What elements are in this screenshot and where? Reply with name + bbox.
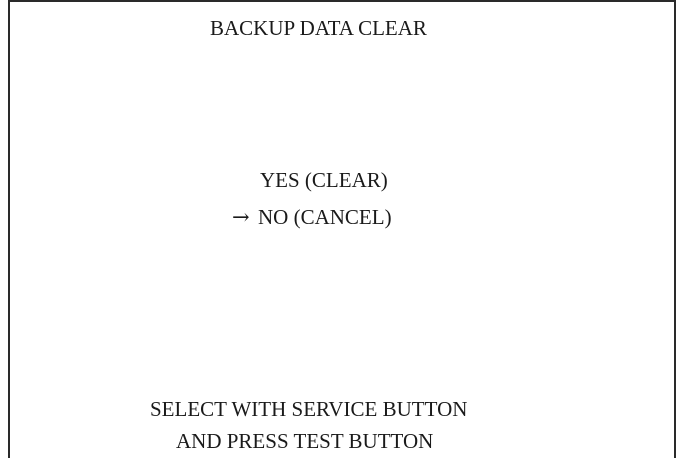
option-no-cancel[interactable]: → NO (CANCEL) xyxy=(232,205,392,229)
option-label: YES (CLEAR) xyxy=(260,168,388,192)
option-yes-clear[interactable]: YES (CLEAR) xyxy=(260,168,388,192)
screen-title: BACKUP DATA CLEAR xyxy=(210,16,427,40)
selection-arrow-icon: → xyxy=(232,205,250,229)
instruction-line-2: AND PRESS TEST BUTTON xyxy=(176,429,434,453)
option-label: NO (CANCEL) xyxy=(258,205,392,229)
service-menu-screen: BACKUP DATA CLEAR YES (CLEAR) → NO (CANCE… xyxy=(8,0,676,458)
instruction-line-1: SELECT WITH SERVICE BUTTON xyxy=(150,397,468,421)
